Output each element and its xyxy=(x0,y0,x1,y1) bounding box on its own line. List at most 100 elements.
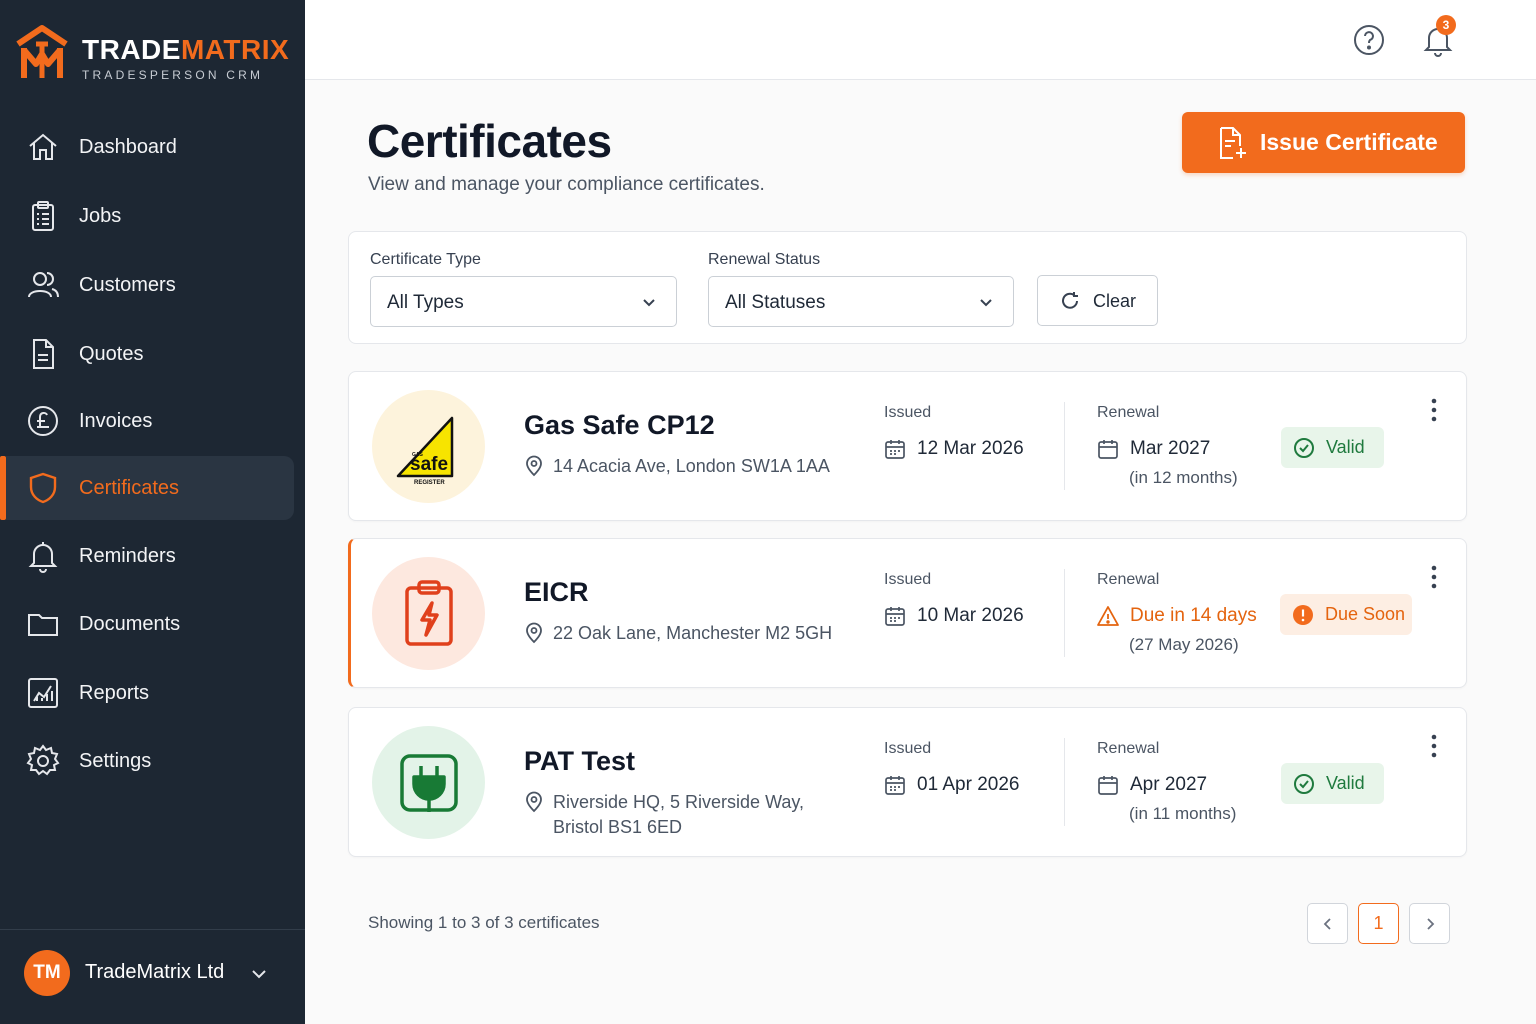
status-badge: Valid xyxy=(1281,763,1384,804)
sidebar-item-settings[interactable]: Settings xyxy=(6,729,294,793)
gas-safe-logo: GAS safe REGISTER xyxy=(372,390,485,503)
issue-certificate-label: Issue Certificate xyxy=(1260,129,1438,155)
map-pin-icon xyxy=(526,622,542,644)
certificate-type-select[interactable]: All Types xyxy=(370,276,677,327)
sidebar-item-label: Documents xyxy=(79,612,181,635)
electrical-clipboard-icon xyxy=(404,579,453,646)
sidebar-item-label: Quotes xyxy=(79,342,144,365)
certificate-name: PAT Test xyxy=(524,746,636,776)
map-pin-icon xyxy=(526,791,542,813)
certificate-card[interactable]: EICR 22 Oak Lane, Manchester M2 5GH Issu… xyxy=(348,538,1467,688)
sidebar-item-label: Customers xyxy=(79,273,176,296)
next-page-button[interactable] xyxy=(1409,903,1450,944)
users-icon xyxy=(26,268,60,302)
renewal-label: Renewal xyxy=(1097,571,1160,588)
map-pin-icon xyxy=(526,455,542,477)
chevron-left-icon xyxy=(1323,917,1331,930)
renewal-status-select[interactable]: All Statuses xyxy=(708,276,1014,327)
certificate-card[interactable]: GAS safe REGISTER Gas Safe CP12 14 Acaci… xyxy=(348,371,1467,521)
clear-filters-label: Clear xyxy=(1093,291,1137,311)
chevron-down-icon[interactable] xyxy=(248,963,270,985)
more-options-icon[interactable] xyxy=(1423,396,1445,424)
certificate-address: Riverside HQ, 5 Riverside Way, Bristol BS… xyxy=(524,790,853,840)
more-options-icon[interactable] xyxy=(1423,563,1445,591)
sidebar-item-customers[interactable]: Customers xyxy=(6,253,294,317)
calendar-icon xyxy=(1098,440,1118,459)
renewal-label: Renewal xyxy=(1097,740,1160,757)
bell-icon xyxy=(26,539,60,573)
divider xyxy=(1064,402,1065,490)
sidebar-item-label: Dashboard xyxy=(79,135,177,158)
previous-page-button[interactable] xyxy=(1307,903,1348,944)
help-icon[interactable] xyxy=(1353,24,1385,56)
sidebar-item-jobs[interactable]: Jobs xyxy=(6,184,294,248)
sidebar-item-invoices[interactable]: Invoices xyxy=(6,389,294,453)
chevron-down-icon xyxy=(980,299,992,307)
clipboard-icon xyxy=(26,199,60,233)
issued-label: Issued xyxy=(884,571,932,588)
certificate-type-label: Certificate Type xyxy=(370,251,481,268)
sidebar-item-label: Certificates xyxy=(79,476,180,499)
eicr-logo xyxy=(372,557,485,670)
renewal-note: (in 12 months) xyxy=(1129,468,1238,487)
pound-icon xyxy=(26,404,60,438)
sidebar-item-label: Jobs xyxy=(79,204,122,227)
topbar: 3 xyxy=(305,0,1536,80)
calendar-icon xyxy=(885,607,905,626)
account-switcher[interactable]: TM TradeMatrix Ltd xyxy=(0,929,305,1024)
issue-certificate-button[interactable]: Issue Certificate xyxy=(1182,112,1465,173)
home-icon xyxy=(26,130,60,164)
brand-name: TRADEMATRIX xyxy=(82,34,290,65)
certificate-name: Gas Safe CP12 xyxy=(524,410,715,440)
sidebar-item-certificates[interactable]: Certificates xyxy=(0,456,294,520)
page-button-current[interactable]: 1 xyxy=(1358,903,1399,944)
more-options-icon[interactable] xyxy=(1423,732,1445,760)
renewal-label: Renewal xyxy=(1097,404,1160,421)
certificate-name: EICR xyxy=(524,577,589,607)
refresh-icon xyxy=(1062,292,1078,309)
certificate-type-value: All Types xyxy=(387,292,464,313)
document-add-icon xyxy=(1220,127,1246,159)
renewal-due: Due in 14 days xyxy=(1097,605,1257,627)
issued-label: Issued xyxy=(884,404,932,421)
divider xyxy=(1064,738,1065,826)
issued-date: 10 Mar 2026 xyxy=(884,605,1024,627)
sidebar-item-quotes[interactable]: Quotes xyxy=(6,322,294,386)
renewal-status-label: Renewal Status xyxy=(708,251,821,268)
sidebar-item-documents[interactable]: Documents xyxy=(6,592,294,656)
issued-date: 12 Mar 2026 xyxy=(884,438,1024,460)
warning-triangle-icon xyxy=(1097,606,1119,626)
sidebar-item-label: Invoices xyxy=(79,409,153,432)
svg-text:safe: safe xyxy=(410,454,448,475)
page-subtitle: View and manage your compliance certific… xyxy=(368,174,765,195)
calendar-icon xyxy=(885,776,905,795)
org-name: TradeMatrix Ltd xyxy=(85,961,225,983)
renewal-note: (27 May 2026) xyxy=(1129,635,1239,654)
svg-text:REGISTER: REGISTER xyxy=(414,480,445,486)
calendar-icon xyxy=(885,440,905,459)
chart-icon xyxy=(26,676,60,710)
calendar-icon xyxy=(1098,776,1118,795)
certificate-card[interactable]: PAT Test Riverside HQ, 5 Riverside Way, B… xyxy=(348,707,1467,857)
brand-tagline: TRADESPERSON CRM xyxy=(82,68,264,82)
shield-icon xyxy=(26,471,60,505)
sidebar-item-reports[interactable]: Reports xyxy=(6,661,294,725)
pat-test-logo xyxy=(372,726,485,839)
clear-filters-button[interactable]: Clear xyxy=(1037,275,1158,326)
sidebar-item-reminders[interactable]: Reminders xyxy=(6,524,294,588)
page-title: Certificates xyxy=(367,115,612,167)
notification-badge: 3 xyxy=(1436,15,1456,35)
check-circle-icon xyxy=(1294,437,1314,458)
filter-bar: Certificate Type All Types Renewal Statu… xyxy=(348,231,1467,344)
issued-date: 01 Apr 2026 xyxy=(884,774,1019,796)
folder-icon xyxy=(26,607,60,641)
status-badge: Due Soon xyxy=(1280,594,1412,635)
avatar: TM xyxy=(24,950,70,996)
sidebar-item-label: Reminders xyxy=(79,544,176,567)
sidebar-item-label: Reports xyxy=(79,681,150,704)
renewal-date: Apr 2027 xyxy=(1097,774,1207,796)
sidebar-item-dashboard[interactable]: Dashboard xyxy=(6,115,294,179)
tradematrix-logo-icon xyxy=(16,25,68,78)
brand[interactable]: TRADEMATRIX TRADESPERSON CRM xyxy=(14,24,289,82)
alert-circle-icon xyxy=(1293,604,1313,625)
